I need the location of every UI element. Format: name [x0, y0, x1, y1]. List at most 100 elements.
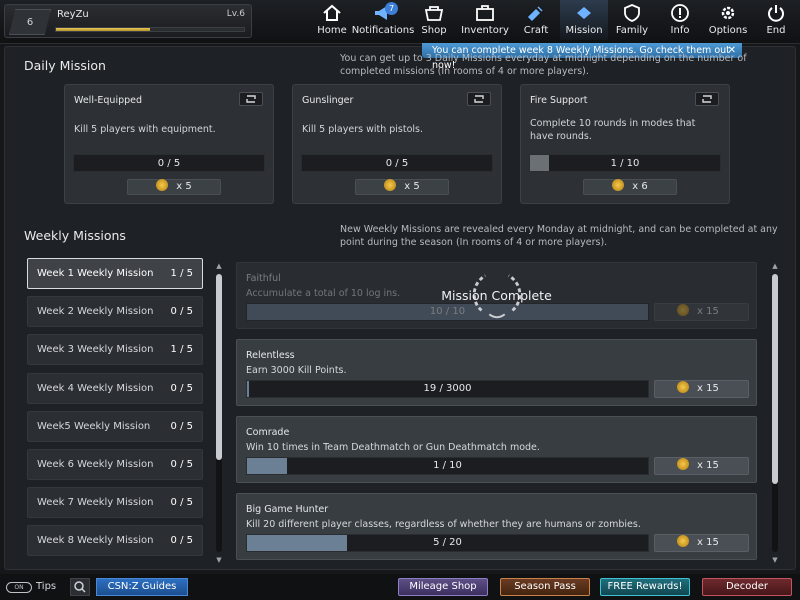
week-tab-count: 0 / 5	[170, 458, 193, 470]
tips-toggle[interactable]: ON	[6, 582, 32, 593]
week-tab[interactable]: Week 3 Weekly Mission 1 / 5	[27, 334, 203, 366]
refresh-icon	[702, 95, 712, 103]
progress-bar: 0 / 5	[73, 154, 265, 172]
player-profile[interactable]: 6 ReyZu Lv.6	[4, 4, 252, 38]
nav-notifications[interactable]: 7 Notifications	[352, 0, 414, 40]
refresh-button[interactable]	[467, 92, 491, 106]
reward-amount: x 15	[697, 460, 719, 471]
week-tab[interactable]: Week 1 Weekly Mission 1 / 5	[27, 258, 203, 289]
week-list-scrollbar[interactable]: ▲ ▼	[214, 262, 224, 564]
nav-mission[interactable]: Mission	[560, 0, 608, 40]
reward-box: x 15	[654, 457, 749, 475]
nav-options-label: Options	[708, 25, 748, 36]
nav-shop[interactable]: Shop	[410, 0, 458, 40]
top-bar: 6 ReyZu Lv.6 Home 7 Notifications Shop I…	[0, 0, 800, 44]
reward-box: x 6	[583, 179, 677, 195]
week-tab-count: 0 / 5	[170, 420, 193, 432]
progress-bar: 1 / 10	[246, 457, 649, 475]
nav-home[interactable]: Home	[308, 0, 356, 40]
week-tab-label: Week 7 Weekly Mission	[37, 497, 154, 509]
week-tab-count: 0 / 5	[170, 497, 193, 509]
nav-info-label: Info	[670, 25, 690, 36]
xp-bar	[55, 27, 245, 32]
nav-options[interactable]: Options	[704, 0, 752, 40]
info-icon	[671, 4, 689, 22]
week-tab-count: 1 / 5	[170, 268, 193, 279]
daily-card-title: Fire Support	[530, 95, 588, 106]
craft-icon	[527, 6, 543, 22]
nav-info[interactable]: Info	[656, 0, 704, 40]
tips-label: Tips	[36, 581, 57, 592]
refresh-button[interactable]	[695, 92, 719, 106]
nav-inventory-label: Inventory	[461, 25, 509, 36]
nav-end[interactable]: End	[752, 0, 800, 40]
search-button[interactable]	[70, 578, 90, 596]
scroll-down-icon[interactable]: ▼	[770, 556, 780, 564]
reward-amount: x 6	[632, 181, 648, 192]
week-tab-label: Week 6 Weekly Mission	[37, 458, 154, 470]
daily-card: Gunslinger Kill 5 players with pistols. …	[292, 84, 502, 204]
week-tab-label: Week 1 Weekly Mission	[37, 268, 154, 279]
coin-icon	[677, 458, 689, 470]
week-tab[interactable]: Week 6 Weekly Mission 0 / 5	[27, 448, 203, 480]
mission-icon	[577, 7, 591, 19]
scroll-track[interactable]	[772, 274, 778, 552]
nav-family[interactable]: Family	[608, 0, 656, 40]
mission-desc: Earn 3000 Kill Points.	[246, 365, 347, 376]
refresh-button[interactable]	[239, 92, 263, 106]
briefcase-icon	[476, 5, 494, 21]
mission-desc: Kill 20 different player classes, regard…	[246, 519, 641, 530]
week-tab[interactable]: Week5 Weekly Mission 0 / 5	[27, 410, 203, 442]
daily-card-desc: Kill 5 players with equipment.	[74, 124, 216, 135]
mission-title: Relentless	[246, 350, 295, 361]
daily-card-title: Well-Equipped	[74, 95, 143, 106]
scroll-up-icon[interactable]: ▲	[214, 262, 224, 270]
week-tab[interactable]: Week 4 Weekly Mission 0 / 5	[27, 372, 203, 404]
mission-list-scrollbar[interactable]: ▲ ▼	[770, 262, 780, 564]
week-tab[interactable]: Week 2 Weekly Mission 0 / 5	[27, 296, 203, 328]
progress-bar: 1 / 10	[529, 154, 721, 172]
nav-inventory[interactable]: Inventory	[458, 0, 512, 40]
daily-card-title: Gunslinger	[302, 95, 354, 106]
week-tab-count: 0 / 5	[170, 382, 193, 394]
reward-amount: x 15	[697, 537, 719, 548]
nav-shop-label: Shop	[421, 25, 447, 36]
scroll-track[interactable]	[216, 274, 222, 552]
shop-icon	[424, 6, 444, 21]
notifications-badge: 7	[385, 2, 398, 15]
reward-amount: x 5	[176, 181, 192, 192]
scroll-thumb[interactable]	[772, 274, 778, 484]
progress-bar: 19 / 3000	[246, 380, 649, 398]
season-pass-button[interactable]: Season Pass	[500, 578, 590, 596]
daily-card: Well-Equipped Kill 5 players with equipm…	[64, 84, 274, 204]
week-tab[interactable]: Week 7 Weekly Mission 0 / 5	[27, 487, 203, 519]
search-icon	[74, 581, 86, 593]
week-tab-label: Week 4 Weekly Mission	[37, 382, 154, 394]
nav-end-label: End	[766, 25, 786, 36]
week-tab-label: Week 3 Weekly Mission	[37, 344, 154, 356]
mission-complete-overlay: Mission Complete	[236, 262, 757, 329]
nav-craft[interactable]: Craft	[512, 0, 560, 40]
scroll-down-icon[interactable]: ▼	[214, 556, 224, 564]
scroll-up-icon[interactable]: ▲	[770, 262, 780, 270]
free-rewards-button[interactable]: FREE Rewards!	[600, 578, 690, 596]
refresh-icon	[246, 95, 256, 103]
reward-amount: x 5	[404, 181, 420, 192]
progress-text: 0 / 5	[157, 158, 181, 169]
mission-complete-label: Mission Complete	[441, 288, 552, 303]
scroll-thumb[interactable]	[216, 274, 222, 460]
weekly-missions-title: Weekly Missions	[24, 228, 126, 243]
nav-notifications-label: Notifications	[351, 25, 415, 36]
progress-text: 0 / 5	[385, 158, 409, 169]
coin-icon	[677, 381, 689, 393]
week-tab[interactable]: Week 8 Weekly Mission 0 / 5	[27, 525, 203, 557]
progress-bar: 0 / 5	[301, 154, 493, 172]
mileage-shop-button[interactable]: Mileage Shop	[398, 578, 488, 596]
decoder-button[interactable]: Decoder	[702, 578, 792, 596]
week-tab-label: Week5 Weekly Mission	[37, 420, 151, 432]
guides-button[interactable]: CSN:Z Guides	[96, 578, 188, 596]
daily-card: Fire Support Complete 10 rounds in modes…	[520, 84, 730, 204]
daily-card-desc: Complete 10 rounds in modes that have ro…	[530, 118, 696, 142]
rank-badge: 6	[9, 9, 51, 35]
mission-title: Comrade	[246, 427, 290, 438]
